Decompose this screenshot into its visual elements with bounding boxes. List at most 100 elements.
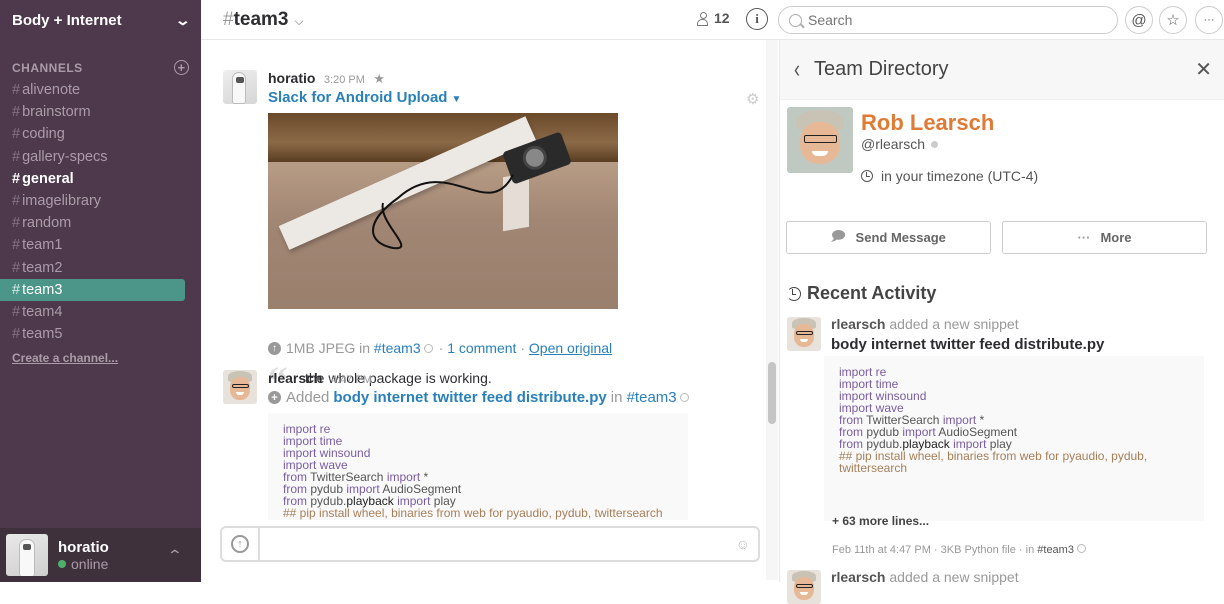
author-name[interactable]: horatio: [268, 70, 315, 86]
team-menu[interactable]: Body + Internet ⌄: [0, 0, 201, 40]
file-title-text: Slack for Android Upload: [268, 89, 448, 106]
add-channel-icon[interactable]: +: [174, 60, 189, 75]
avatar[interactable]: [223, 370, 257, 404]
close-icon[interactable]: ✕: [1195, 57, 1212, 82]
timestamp[interactable]: 3:20 PM: [324, 74, 365, 86]
avatar-figure: [20, 540, 34, 576]
code-token: twittersearch: [839, 461, 908, 475]
chevron-down-icon: ⌄: [174, 11, 192, 28]
upload-button[interactable]: ↑: [222, 528, 260, 560]
comments-link[interactable]: 1 comment: [447, 340, 516, 356]
scrollbar-thumb[interactable]: [768, 362, 776, 424]
share-icon: [679, 393, 689, 402]
recent-activity-title: Recent Activity: [787, 283, 936, 304]
team-directory-panel: ‹ Team Directory ✕ Rob Learsch @rlearsch…: [779, 40, 1224, 604]
scrollbar[interactable]: [766, 40, 778, 580]
star-icon[interactable]: ★: [373, 71, 385, 86]
channel-label: gallery-specs: [22, 148, 108, 165]
channel-header: #team3 ⌵ 12 i @ ☆ ···: [201, 0, 1224, 40]
sidebar-item-coding[interactable]: # coding: [0, 123, 185, 145]
sidebar-item-team5[interactable]: # team5: [0, 323, 185, 345]
sidebar-item-general[interactable]: # general: [0, 168, 185, 190]
channel-label: team3: [22, 281, 63, 298]
upload-icon: ↑: [268, 341, 281, 355]
search-box[interactable]: [778, 6, 1118, 34]
user-menu[interactable]: horatio online ⌃: [0, 528, 201, 582]
avatar-face: [793, 577, 815, 600]
open-original-link[interactable]: Open original: [529, 340, 612, 356]
gear-icon[interactable]: ⚙: [746, 90, 759, 108]
emoji-icon[interactable]: ☺: [736, 536, 750, 552]
sidebar: Body + Internet ⌄ CHANNELS + # alivenote …: [0, 0, 201, 582]
person-icon: [697, 12, 708, 26]
search-icon: [789, 13, 802, 27]
presence-dot-icon: [931, 140, 939, 148]
hash-icon: #: [12, 148, 21, 165]
user-status-text: online: [71, 555, 109, 572]
code-token: ## pip install wheel, binaries from web …: [283, 506, 663, 520]
sidebar-item-team3[interactable]: # team3: [0, 278, 185, 301]
avatar-face: [229, 377, 251, 400]
sidebar-item-brainstorm[interactable]: # brainstorm: [0, 101, 185, 123]
sidebar-item-random[interactable]: # random: [0, 212, 185, 234]
more-lines-link[interactable]: + 63 more lines...: [832, 514, 929, 528]
added-text: Added: [286, 389, 330, 406]
search-input[interactable]: [808, 12, 1108, 28]
meta-channel-link[interactable]: #team3: [1037, 544, 1074, 556]
chevron-up-icon[interactable]: ⌃: [167, 547, 183, 564]
channel-title[interactable]: #team3 ⌵: [223, 9, 304, 31]
hash-icon: #: [12, 326, 21, 343]
message-input[interactable]: [260, 528, 736, 560]
plus-icon: +: [268, 391, 281, 404]
sidebar-item-gallery-specs[interactable]: # gallery-specs: [0, 146, 185, 168]
more-button[interactable]: ··· More: [1002, 221, 1207, 254]
uploaded-image[interactable]: [268, 113, 618, 309]
channel-label: random: [22, 215, 72, 232]
info-icon[interactable]: i: [746, 8, 768, 30]
channel-link[interactable]: #team3: [627, 389, 677, 406]
activity-user[interactable]: rlearsch: [831, 569, 885, 585]
avatar-glasses: [795, 584, 813, 589]
hash-icon: #: [12, 281, 21, 298]
sidebar-item-team4[interactable]: # team4: [0, 301, 185, 323]
profile-name: Rob Learsch: [861, 110, 995, 135]
sidebar-item-team2[interactable]: # team2: [0, 257, 185, 279]
profile-handle: @rlearsch: [861, 136, 939, 152]
channels-header[interactable]: CHANNELS +: [0, 40, 201, 79]
author-name[interactable]: rlearsch: [268, 370, 322, 386]
code-snippet[interactable]: import re import time import winsound im…: [268, 413, 688, 520]
hash-icon: #: [12, 170, 21, 187]
member-count[interactable]: 12: [697, 10, 730, 26]
activity-user[interactable]: rlearsch: [831, 316, 885, 332]
avatar[interactable]: [787, 317, 821, 351]
channel-label: coding: [22, 126, 65, 143]
snippet-title-link[interactable]: body internet twitter feed distribute.py: [333, 389, 606, 406]
activity-code-snippet[interactable]: import re import time import winsound im…: [824, 356, 1204, 521]
create-channel-link[interactable]: Create a channel...: [0, 345, 201, 371]
message: rlearsch 4:47 PM + Added body internet t…: [223, 370, 689, 520]
file-title[interactable]: Slack for Android Upload ▼: [268, 89, 461, 106]
sidebar-item-alivenote[interactable]: # alivenote: [0, 79, 185, 101]
send-message-button[interactable]: 🗩 Send Message: [786, 221, 991, 254]
avatar-glasses: [231, 384, 249, 389]
timestamp[interactable]: 4:47 PM: [331, 374, 372, 386]
avatar[interactable]: [787, 570, 821, 604]
avatar[interactable]: [223, 70, 257, 104]
channel-label: alivenote: [22, 82, 81, 99]
back-icon[interactable]: ‹: [794, 55, 800, 84]
channel-link[interactable]: #team3: [374, 340, 421, 356]
history-icon: [787, 286, 801, 301]
more-label: More: [1100, 230, 1132, 245]
meta-date[interactable]: Feb 11th at 4:47 PM: [832, 544, 931, 556]
mentions-icon[interactable]: @: [1125, 6, 1153, 34]
sidebar-item-imagelibrary[interactable]: # imagelibrary: [0, 190, 185, 212]
star-icon[interactable]: ☆: [1159, 6, 1187, 34]
sidebar-item-team1[interactable]: # team1: [0, 234, 185, 256]
channel-label: brainstorm: [22, 104, 91, 121]
avatar-glasses: [803, 134, 837, 143]
hash-icon: #: [12, 104, 21, 121]
channel-title-text: team3: [233, 8, 289, 30]
avatar-glasses: [795, 331, 813, 336]
activity-title[interactable]: body internet twitter feed distribute.py: [831, 336, 1104, 353]
more-icon[interactable]: ···: [1195, 6, 1223, 34]
